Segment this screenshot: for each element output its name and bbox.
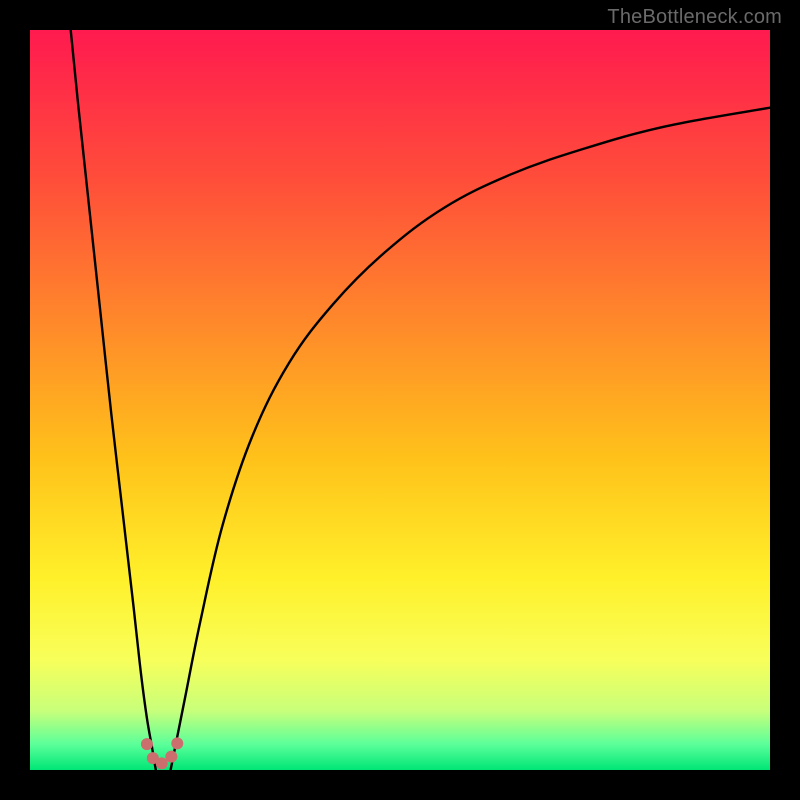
watermark-text: TheBottleneck.com [607,6,782,29]
chart-curve [30,30,770,770]
marker-point [165,751,177,763]
plot-area [30,30,770,770]
marker-point [171,737,183,749]
marker-point [141,738,153,750]
series-left-branch [71,30,156,770]
series-right-branch [171,108,770,770]
marker-group [141,737,183,769]
chart-frame: TheBottleneck.com [0,0,800,800]
